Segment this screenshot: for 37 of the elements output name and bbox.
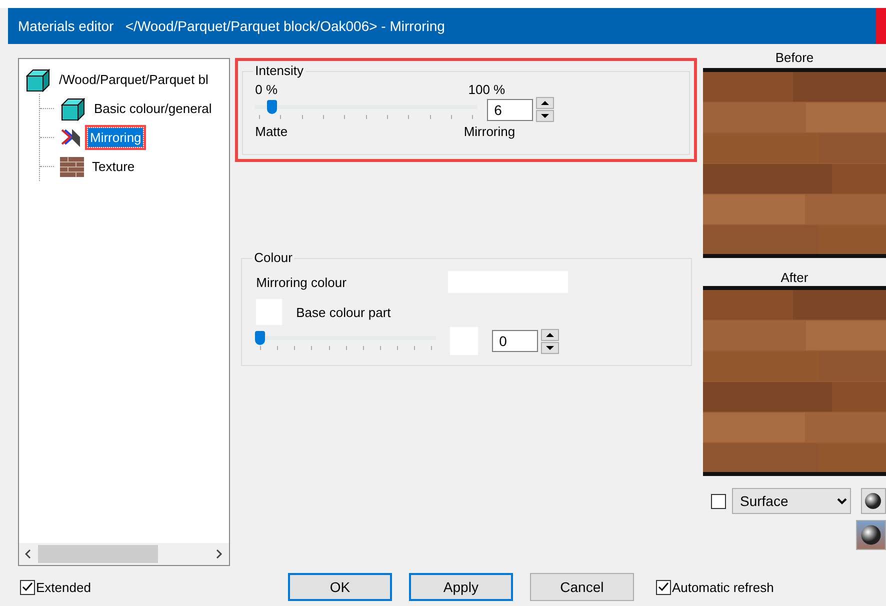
min-caption: Matte [255,124,288,139]
checkmark-icon [656,580,670,592]
number-field[interactable]: 6 [487,98,534,120]
dialog-button[interactable]: Cancel [530,573,634,601]
sphere-button[interactable] [856,520,886,550]
group-title: Colour [252,250,294,265]
scroll-left-icon[interactable] [25,549,32,559]
checkbox[interactable]: Extended [20,580,91,594]
tree-item[interactable]: Basic colour/general [92,99,214,118]
checkbox[interactable] [711,494,726,508]
max-caption: Mirroring [464,124,516,139]
scrollbar-thumb[interactable] [38,545,158,563]
preview-label: After [780,271,808,285]
cube-icon [60,96,86,120]
dialog-button[interactable]: Apply [408,573,513,601]
slider-thumb[interactable] [255,331,266,345]
sphere-button[interactable] [860,488,886,514]
group-title: Intensity [253,63,306,78]
field-label: Mirroring colour [256,274,348,290]
scroll-right-icon[interactable] [216,549,224,559]
mode-dropdown[interactable]: Surface [732,488,851,514]
chevron-icon [60,126,82,148]
cube-icon [25,68,51,92]
preview-label: Before [775,51,814,65]
slider-thumb[interactable] [266,100,277,114]
number-field[interactable]: 0 [492,330,538,352]
max-label: 100 % [468,82,506,97]
min-label: 0 % [255,82,278,97]
brick-icon [60,156,84,176]
dialog-button[interactable]: OK [288,573,392,601]
tree-item[interactable]: Mirroring [88,128,144,147]
tree-item[interactable]: Texture [90,157,137,176]
checkbox[interactable]: Automatic refresh [656,580,774,594]
field-label: Base colour part [296,304,391,320]
window-title: Materials editor </Wood/Parquet/Parquet block/Oak006> - Mirroring [18,18,446,34]
checkmark-icon [21,580,34,592]
tree-item[interactable]: /Wood/Parquet/Parquet bl [57,70,210,89]
